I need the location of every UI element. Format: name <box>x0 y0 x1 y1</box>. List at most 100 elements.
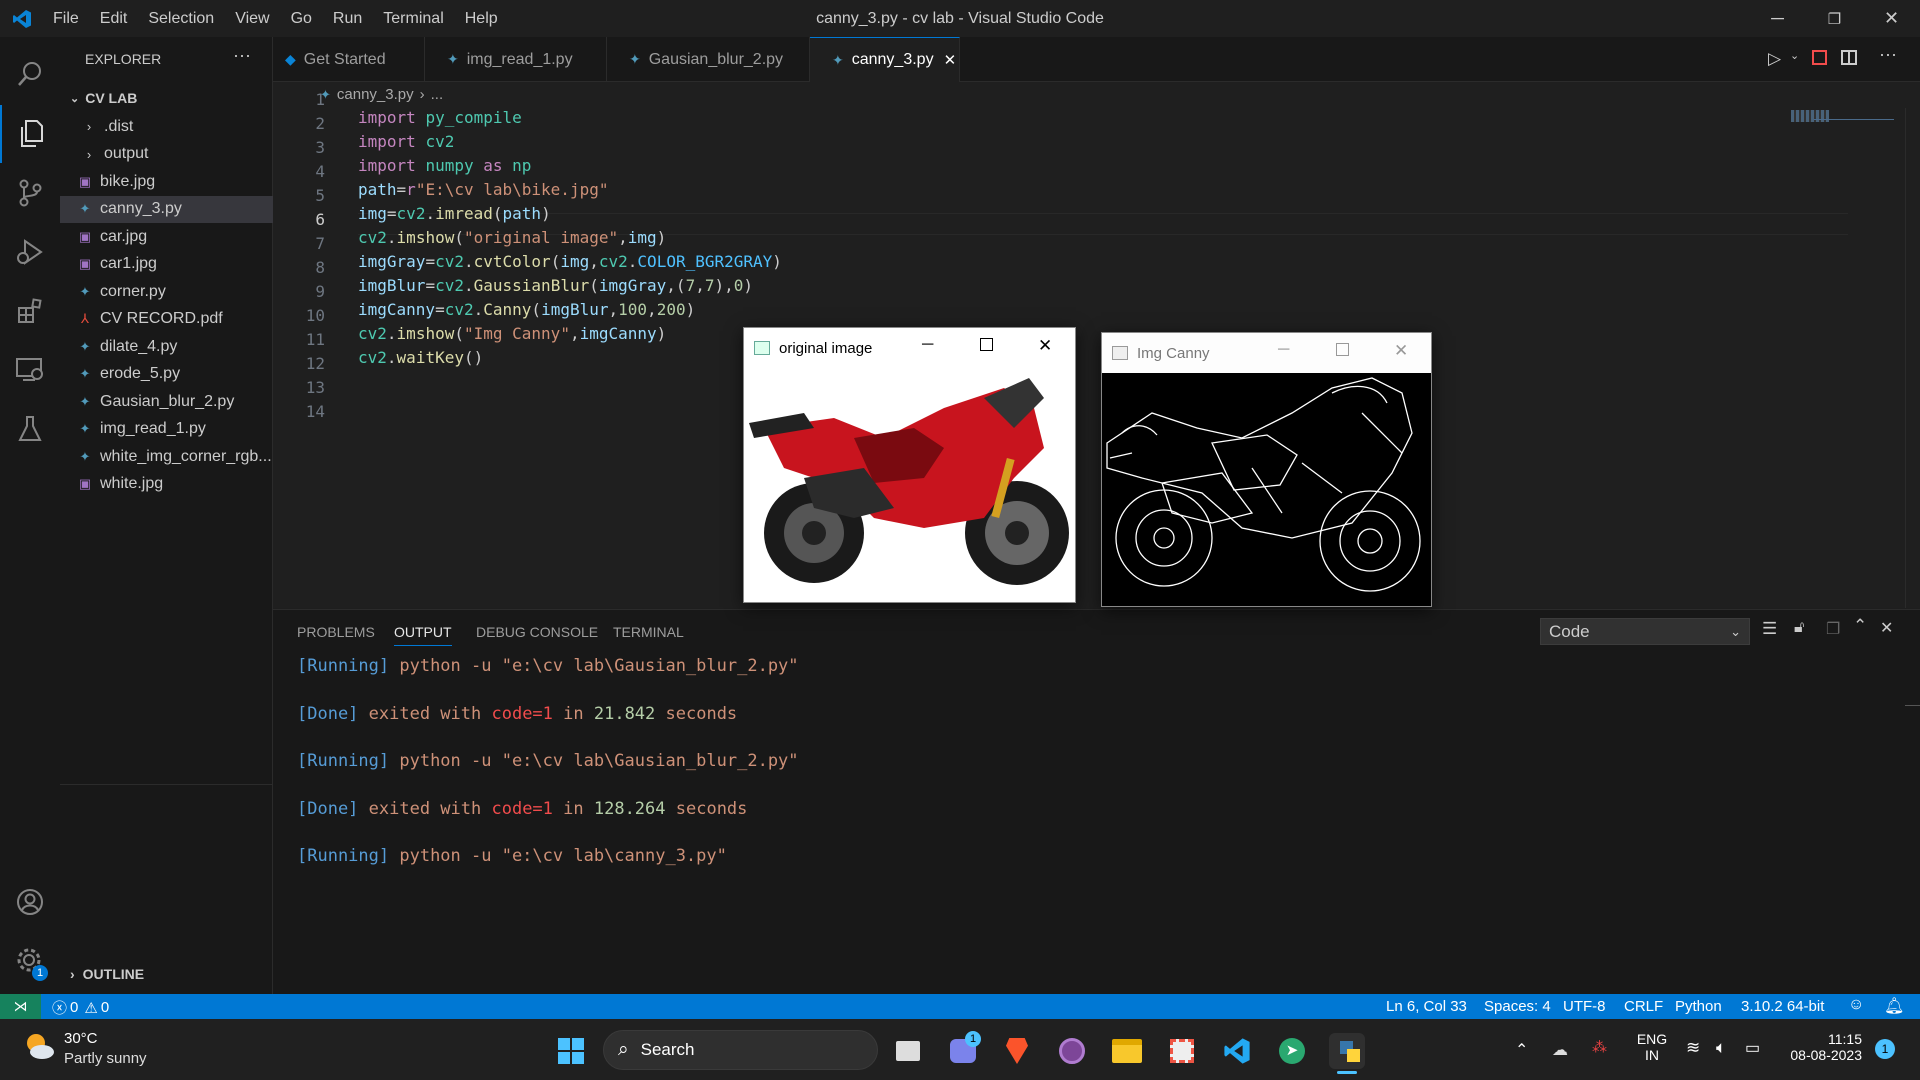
volume-muted-icon[interactable]: 🔈︎ <box>1716 1038 1726 1058</box>
run-dropdown-icon[interactable]: ⌄ <box>1790 49 1799 62</box>
minimize-button[interactable]: ─ <box>1749 0 1806 37</box>
search-icon[interactable] <box>0 45 60 103</box>
file-item[interactable]: ✦ dilate_4.py <box>60 333 273 360</box>
encoding[interactable]: UTF-8 <box>1563 998 1606 1015</box>
weather-temp[interactable]: 30°C <box>64 1030 98 1047</box>
menu-terminal[interactable]: Terminal <box>383 10 443 28</box>
show-hidden-icons[interactable]: ⌃ <box>1515 1040 1528 1060</box>
maximize-panel-icon[interactable]: ⌃ <box>1853 616 1867 636</box>
menu-help[interactable]: Help <box>465 10 498 28</box>
explorer-icon[interactable] <box>0 105 60 163</box>
remote-explorer-icon[interactable] <box>0 341 60 399</box>
outline-section[interactable]: › OUTLINE <box>66 966 144 982</box>
python-taskbar-icon[interactable] <box>1329 1033 1365 1074</box>
file-item[interactable]: ✦ corner.py <box>60 278 273 305</box>
close-panel-icon[interactable]: ✕ <box>1880 618 1893 638</box>
brave-browser-icon[interactable] <box>999 1033 1035 1069</box>
minimize-button[interactable]: ─ <box>922 336 933 354</box>
close-button[interactable]: ✕ <box>1863 0 1920 37</box>
snipping-tool-icon[interactable] <box>1164 1033 1200 1069</box>
lock-scroll-icon[interactable]: 🔓︎ <box>1794 619 1804 637</box>
battery-icon[interactable]: ▭ <box>1745 1038 1760 1058</box>
menu-file[interactable]: File <box>53 10 79 28</box>
minimize-button[interactable]: ─ <box>1278 341 1289 359</box>
tab-img-read[interactable]: ✦ img_read_1.py <box>425 37 607 82</box>
testing-icon[interactable] <box>0 400 60 458</box>
split-editor-icon[interactable] <box>1841 50 1857 65</box>
stop-icon[interactable] <box>1812 50 1827 65</box>
more-actions-icon[interactable]: ··· <box>1879 44 1897 65</box>
scrollbar[interactable] <box>1905 108 1920 608</box>
vscode-taskbar-icon[interactable] <box>1219 1033 1255 1069</box>
problems-indicator[interactable]: ⓧ 0 ⚠ 0 <box>52 997 109 1018</box>
telegram-icon[interactable]: ➤ <box>1274 1033 1310 1069</box>
open-editor-icon[interactable]: ❐ <box>1826 619 1840 639</box>
tab-terminal[interactable]: TERMINAL <box>613 624 684 640</box>
restore-button[interactable]: ❐ <box>1806 0 1863 37</box>
tab-canny[interactable]: ✦ canny_3.py ✕ <box>810 37 960 82</box>
menu-selection[interactable]: Selection <box>148 10 214 28</box>
maximize-button[interactable] <box>980 338 993 351</box>
python-interpreter[interactable]: 3.10.2 64-bit <box>1741 998 1824 1015</box>
clock[interactable]: 11:15 08-08-2023 <box>1782 1031 1862 1063</box>
source-control-icon[interactable] <box>0 164 60 222</box>
file-item[interactable]: ✦ Gausian_blur_2.py <box>60 388 273 415</box>
breadcrumb-file[interactable]: canny_3.py <box>337 86 414 103</box>
menu-go[interactable]: Go <box>291 10 312 28</box>
file-explorer-icon[interactable] <box>1109 1033 1145 1069</box>
menu-view[interactable]: View <box>235 10 269 28</box>
windows-start-icon[interactable] <box>553 1033 589 1069</box>
file-item[interactable]: ⅄ CV RECORD.pdf <box>60 306 273 333</box>
tor-browser-icon[interactable] <box>1054 1033 1090 1069</box>
feedback-icon[interactable]: ☺ <box>1848 996 1864 1014</box>
minimap[interactable] <box>1791 110 1829 122</box>
language-mode[interactable]: Python <box>1675 998 1722 1015</box>
extensions-icon[interactable] <box>0 282 60 340</box>
file-item[interactable]: ▣ white.jpg <box>60 471 273 498</box>
folder-header[interactable]: ⌄ CV LAB <box>66 86 273 110</box>
teams-chat-icon[interactable]: 1 <box>945 1031 981 1069</box>
close-button[interactable]: ✕ <box>1394 341 1408 361</box>
output-channel-select[interactable]: Code ⌄ <box>1540 618 1750 645</box>
panel-scrollbar[interactable] <box>1905 705 1920 706</box>
file-item[interactable]: ✦ white_img_corner_rgb... <box>60 443 273 470</box>
menu-edit[interactable]: Edit <box>100 10 128 28</box>
file-item[interactable]: ✦ erode_5.py <box>60 361 273 388</box>
breadcrumb-rest[interactable]: ... <box>431 86 444 103</box>
more-actions-icon[interactable]: ··· <box>233 45 251 66</box>
run-debug-icon[interactable] <box>0 223 60 281</box>
window-titlebar[interactable]: Img Canny ─ ✕ <box>1102 333 1431 373</box>
file-item[interactable]: ▣ car1.jpg <box>60 251 273 278</box>
weather-sun-icon[interactable] <box>20 1027 58 1065</box>
tab-problems[interactable]: PROBLEMS <box>297 624 375 640</box>
file-item[interactable]: ✦ img_read_1.py <box>60 416 273 443</box>
weather-desc[interactable]: Partly sunny <box>64 1050 147 1067</box>
tray-app-icon[interactable]: ⁂ <box>1592 1038 1607 1056</box>
img-canny-window[interactable]: Img Canny ─ ✕ <box>1101 332 1432 607</box>
task-view-icon[interactable] <box>890 1033 926 1069</box>
onedrive-icon[interactable]: ☁ <box>1552 1040 1568 1060</box>
file-item[interactable]: ✦ canny_3.py <box>60 195 273 223</box>
accounts-icon[interactable] <box>0 873 60 931</box>
notifications-bell-icon[interactable]: 🔔︎ <box>1884 996 1904 1016</box>
line-endings[interactable]: CRLF <box>1624 998 1663 1015</box>
code-editor[interactable]: ✦ canny_3.py › ... 1 2 3 4 5 6 7 8 9 10 11 12 13 14 i… <box>273 82 1920 608</box>
file-item[interactable]: ▣ car.jpg <box>60 223 273 250</box>
menu-run[interactable]: Run <box>333 10 362 28</box>
remote-indicator-icon[interactable]: ⋊ <box>0 994 41 1019</box>
cursor-position[interactable]: Ln 6, Col 33 <box>1386 998 1467 1015</box>
original-image-window[interactable]: original image ─ ✕ <box>743 327 1076 603</box>
folder-item[interactable]: › .dist <box>60 113 273 140</box>
language-indicator[interactable]: ENG IN <box>1636 1031 1668 1063</box>
tab-debug-console[interactable]: DEBUG CONSOLE <box>476 624 598 640</box>
tab-gausian-blur[interactable]: ✦ Gausian_blur_2.py <box>607 37 810 82</box>
wifi-icon[interactable]: ≋ <box>1686 1038 1700 1058</box>
clear-output-icon[interactable]: ☰ <box>1762 619 1777 639</box>
run-file-icon[interactable]: ▷ <box>1768 49 1781 69</box>
maximize-button[interactable] <box>1336 343 1349 356</box>
tab-get-started[interactable]: ◆ Get Started <box>273 37 425 82</box>
tab-output[interactable]: OUTPUT <box>394 624 452 646</box>
indentation[interactable]: Spaces: 4 <box>1484 998 1551 1015</box>
manage-gear-icon[interactable]: 1 <box>0 932 60 990</box>
window-titlebar[interactable]: original image ─ ✕ <box>744 328 1075 368</box>
